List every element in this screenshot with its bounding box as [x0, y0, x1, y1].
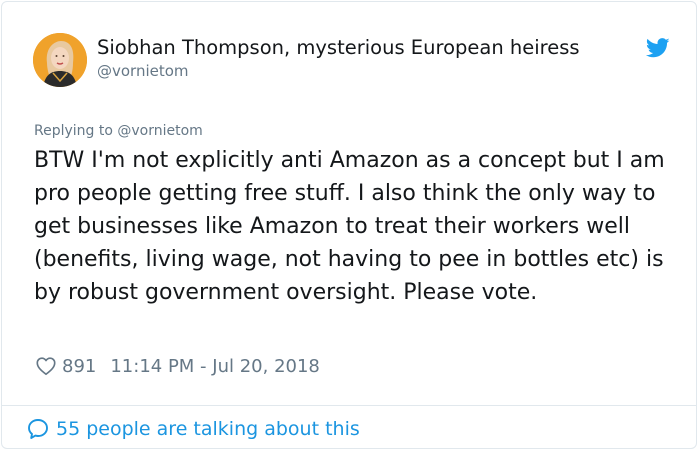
- conversation-link[interactable]: 55 people are talking about this: [26, 416, 360, 442]
- tweet-text: BTW I'm not explicitly anti Amazon as a …: [34, 148, 665, 305]
- tweet-card: Siobhan Thompson, mysterious European he…: [1, 1, 697, 449]
- like-count[interactable]: 891: [62, 356, 96, 377]
- divider: [2, 405, 696, 406]
- author-name[interactable]: Siobhan Thompson, mysterious European he…: [97, 36, 580, 60]
- twitter-bird-icon[interactable]: [646, 38, 670, 58]
- conversation-label[interactable]: 55 people are talking about this: [56, 418, 360, 440]
- heart-icon[interactable]: [35, 355, 57, 377]
- tweet-header: Siobhan Thompson, mysterious European he…: [33, 33, 673, 89]
- author-handle[interactable]: @vornietom: [97, 61, 189, 81]
- avatar[interactable]: [33, 33, 87, 87]
- replying-to[interactable]: Replying to @vornietom: [34, 122, 203, 140]
- tweet-meta: 891 11:14 PM - Jul 20, 2018: [35, 354, 320, 378]
- speech-bubble-icon: [28, 419, 48, 439]
- tweet-timestamp[interactable]: 11:14 PM - Jul 20, 2018: [110, 356, 320, 377]
